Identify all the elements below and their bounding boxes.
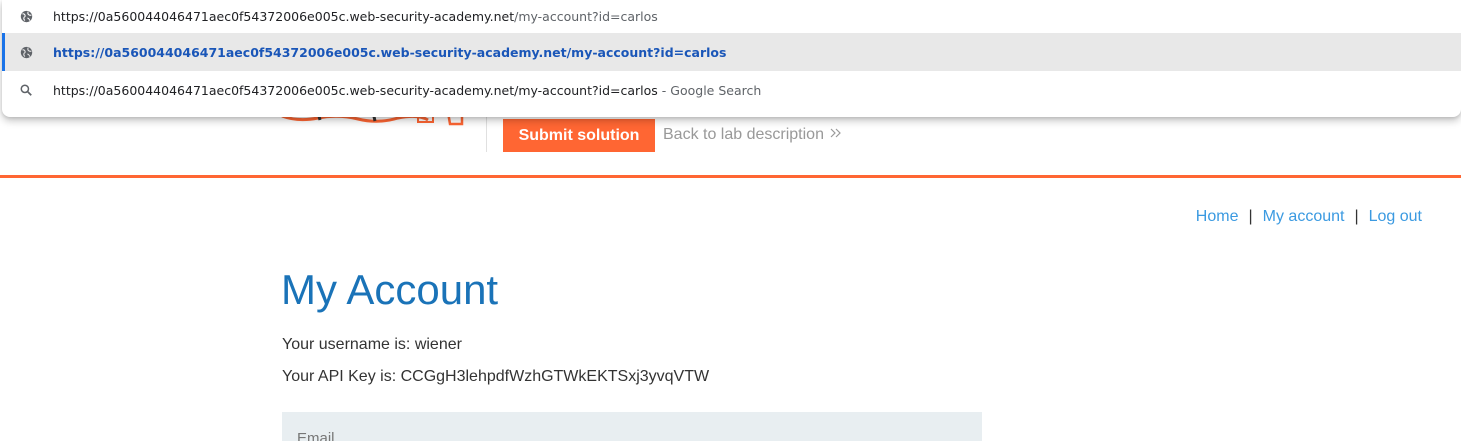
search-suffix: - Google Search [661,82,762,98]
omnibox-suggestion-url[interactable]: https://0a560044046471aec0f54372006e005c… [2,0,1461,32]
username-text: Your username is: wiener [282,336,462,353]
header-divider [486,112,487,152]
email-placeholder: Email [297,430,335,441]
search-icon [19,83,33,97]
selection-indicator [2,33,5,71]
omnibox-dropdown: https://0a560044046471aec0f54372006e005c… [2,0,1461,117]
nav-home-link[interactable]: Home [1196,208,1239,226]
header-rule [0,175,1461,178]
nav-log-out-link[interactable]: Log out [1369,208,1422,226]
omnibox-suggestion-search[interactable]: https://0a560044046471aec0f54372006e005c… [2,71,1461,109]
double-chevron-right-icon [830,126,842,144]
nav-my-account-link[interactable]: My account [1263,208,1345,226]
page-title: My Account [281,266,499,313]
api-key-text: Your API Key is: CCGgH3lehpdfWzhGTWkEKTS… [282,368,710,385]
omnibox-search-text: https://0a560044046471aec0f54372006e005c… [53,83,761,98]
back-to-lab-description-link[interactable]: Back to lab description [663,126,842,144]
globe-icon [19,45,33,59]
omnibox-suggestion-text: https://0a560044046471aec0f54372006e005c… [53,9,658,24]
submit-solution-button[interactable]: Submit solution [503,119,655,152]
globe-icon [19,9,33,23]
back-link-label: Back to lab description [663,126,824,143]
suggestion-path: /my-account?id=carlos [514,8,658,24]
nav-separator: | [1354,208,1359,225]
omnibox-suggestion-selected[interactable]: https://0a560044046471aec0f54372006e005c… [2,33,1461,71]
email-field[interactable]: Email [282,412,982,441]
search-query: https://0a560044046471aec0f54372006e005c… [53,82,658,98]
suggestion-url: https://0a560044046471aec0f54372006e005c… [53,44,727,60]
top-nav: Home | My account | Log out [1196,208,1422,226]
page: https://0a560044046471aec0f54372006e005c… [0,0,1461,441]
nav-separator: | [1248,208,1253,225]
suggestion-host: https://0a560044046471aec0f54372006e005c… [53,8,515,24]
